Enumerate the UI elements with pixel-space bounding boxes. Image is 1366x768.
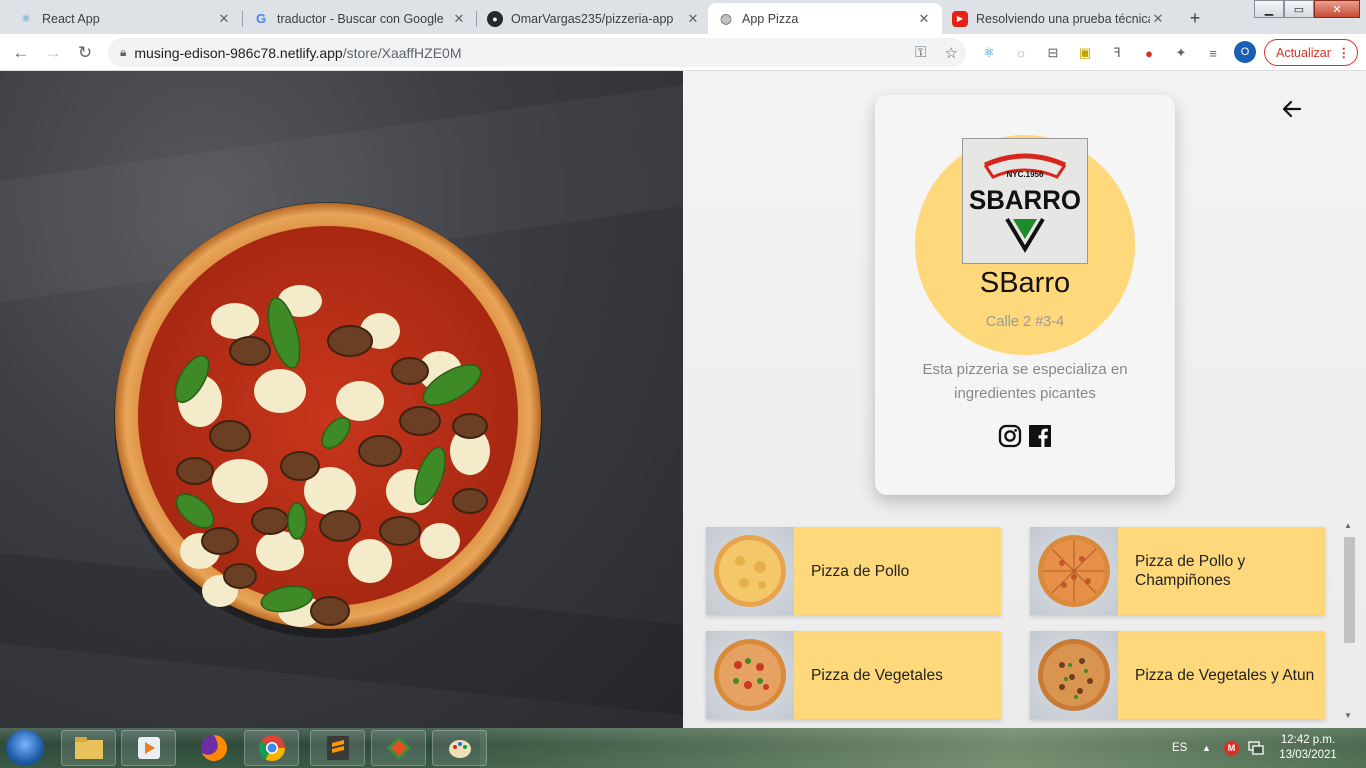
- extension-bus-icon[interactable]: ⊟: [1044, 44, 1062, 62]
- store-card: NYC.1956 SBARRO SBarro Calle 2 #3-4 Esta…: [875, 95, 1175, 495]
- store-logo: NYC.1956 SBARRO: [962, 138, 1088, 264]
- hero-pizza-image: [0, 71, 683, 728]
- tab-github[interactable]: ● OmarVargas235/pizzeria-app ✕: [477, 3, 711, 34]
- product-name: Pizza de Pollo: [811, 562, 910, 580]
- start-button[interactable]: [6, 730, 44, 766]
- product-name: Pizza de Vegetales: [811, 666, 943, 684]
- product-name: Pizza de Pollo y Champiñones: [1135, 553, 1246, 589]
- tab-title: OmarVargas235/pizzeria-app: [511, 11, 674, 26]
- key-icon[interactable]: ⚿: [915, 44, 926, 62]
- git-kraken-icon[interactable]: [371, 730, 426, 766]
- menu-dots-icon[interactable]: ⋮: [1338, 45, 1350, 60]
- scroll-up-icon[interactable]: ▲: [1344, 521, 1352, 530]
- bookmark-star-icon[interactable]: ☆: [945, 44, 958, 62]
- system-clock[interactable]: 12:42 p.m. 13/03/2021: [1268, 733, 1348, 763]
- minimize-button[interactable]: ▁: [1254, 0, 1284, 18]
- media-player-icon[interactable]: [121, 730, 176, 766]
- extensions-puzzle-icon[interactable]: ✦: [1172, 44, 1190, 62]
- close-icon[interactable]: ✕: [685, 11, 701, 27]
- react-icon: ⚛: [21, 13, 31, 25]
- file-explorer-icon[interactable]: [61, 730, 116, 766]
- extension-circle-icon[interactable]: ◌: [1012, 44, 1030, 62]
- close-icon[interactable]: ✕: [916, 11, 932, 27]
- product-name: Pizza de Vegetales y Atun: [1135, 666, 1315, 684]
- instagram-icon[interactable]: [998, 424, 1022, 453]
- product-card[interactable]: Pizza de Vegetales: [706, 631, 1001, 719]
- tab-title: App Pizza: [742, 11, 799, 26]
- close-icon[interactable]: ✕: [451, 11, 467, 27]
- close-icon[interactable]: ✕: [216, 11, 232, 27]
- update-label: Actualizar: [1276, 45, 1331, 60]
- media-queue-icon[interactable]: ≡: [1204, 44, 1222, 62]
- youtube-icon: ▶: [952, 10, 968, 27]
- scrollbar-thumb[interactable]: [1344, 537, 1355, 643]
- window-controls: ▁ ▭ ✕: [1254, 0, 1360, 18]
- paint-icon[interactable]: [432, 730, 487, 766]
- store-panel: NYC.1956 SBARRO SBarro Calle 2 #3-4 Esta…: [683, 71, 1366, 728]
- product-image: [706, 631, 794, 719]
- globe-icon: ◍: [719, 10, 733, 26]
- tab-app-pizza[interactable]: ◍ App Pizza ✕: [708, 3, 942, 34]
- firefox-icon[interactable]: [186, 730, 241, 766]
- store-address: Calle 2 #3-4: [985, 314, 1065, 330]
- tray-app-icon[interactable]: M: [1224, 728, 1239, 768]
- new-tab-button[interactable]: +: [1183, 6, 1207, 30]
- scroll-down-icon[interactable]: ▼: [1344, 711, 1352, 720]
- clock-date: 13/03/2021: [1279, 749, 1337, 761]
- window-close-button[interactable]: ✕: [1314, 0, 1360, 18]
- store-name: SBarro: [979, 267, 1071, 299]
- address-bar[interactable]: 🔒︎ musing-edison-986c78.netlify.app/stor…: [108, 38, 966, 67]
- extension-fs-icon[interactable]: ꟻ: [1108, 44, 1126, 62]
- pizza-illustration: [114, 202, 542, 638]
- language-indicator[interactable]: ES: [1172, 728, 1187, 768]
- product-image: [1030, 527, 1118, 615]
- url-host: musing-edison-986c78.netlify.app: [134, 44, 343, 61]
- extension-record-icon[interactable]: ●: [1140, 44, 1158, 62]
- product-card[interactable]: Pizza de Pollo: [706, 527, 1001, 615]
- url-path: /store/XaaffHZE0M: [342, 44, 462, 61]
- github-icon: ●: [487, 10, 503, 27]
- product-image: [1030, 631, 1118, 719]
- facebook-icon[interactable]: [1028, 424, 1052, 453]
- back-icon[interactable]: ←: [8, 40, 34, 66]
- logo-tagline: NYC.1956: [1007, 170, 1044, 179]
- lock-icon: 🔒︎: [120, 45, 127, 59]
- forward-icon[interactable]: →: [40, 40, 66, 66]
- product-image: [706, 527, 794, 615]
- tab-google[interactable]: G traductor - Buscar con Google ✕: [243, 3, 477, 34]
- product-card[interactable]: Pizza de Pollo y Champiñones: [1030, 527, 1325, 615]
- close-icon[interactable]: ✕: [1150, 11, 1166, 27]
- social-links: [875, 424, 1175, 453]
- react-devtools-icon[interactable]: ⚛: [980, 44, 998, 62]
- show-hidden-icons-icon[interactable]: ▲: [1202, 728, 1211, 768]
- chrome-icon[interactable]: [244, 730, 299, 766]
- back-arrow-icon[interactable]: [1279, 96, 1305, 122]
- google-icon: G: [255, 11, 267, 26]
- tab-title: Resolviendo una prueba técnica: [976, 11, 1150, 26]
- tab-youtube[interactable]: ▶ Resolviendo una prueba técnica ✕: [942, 3, 1176, 34]
- browser-toolbar: ← → ↻ 🔒︎ musing-edison-986c78.netlify.ap…: [0, 34, 1366, 71]
- update-button[interactable]: Actualizar ⋮: [1264, 39, 1358, 66]
- browser-tab-strip: ⚛ React App ✕ G traductor - Buscar con G…: [0, 0, 1366, 34]
- logo-brand: SBARRO: [969, 185, 1081, 215]
- product-list-scrollbar[interactable]: ▲ ▼: [1340, 521, 1357, 723]
- windows-taskbar: ES ▲ M 12:42 p.m. 13/03/2021: [0, 728, 1366, 768]
- maximize-button[interactable]: ▭: [1284, 0, 1314, 18]
- clock-time: 12:42 p.m.: [1280, 734, 1336, 746]
- profile-avatar[interactable]: O: [1234, 41, 1256, 63]
- tab-title: React App: [42, 11, 100, 26]
- reload-icon[interactable]: ↻: [72, 40, 98, 66]
- tab-react-app[interactable]: ⚛ React App ✕: [8, 3, 242, 34]
- product-card[interactable]: Pizza de Vegetales y Atun: [1030, 631, 1325, 719]
- network-icon[interactable]: [1248, 728, 1264, 768]
- sublime-text-icon[interactable]: [310, 730, 365, 766]
- tab-title: traductor - Buscar con Google: [277, 11, 444, 26]
- extension-folder-icon[interactable]: ▣: [1076, 44, 1094, 62]
- store-description: Esta pizzeria se especializa en ingredie…: [922, 361, 1128, 402]
